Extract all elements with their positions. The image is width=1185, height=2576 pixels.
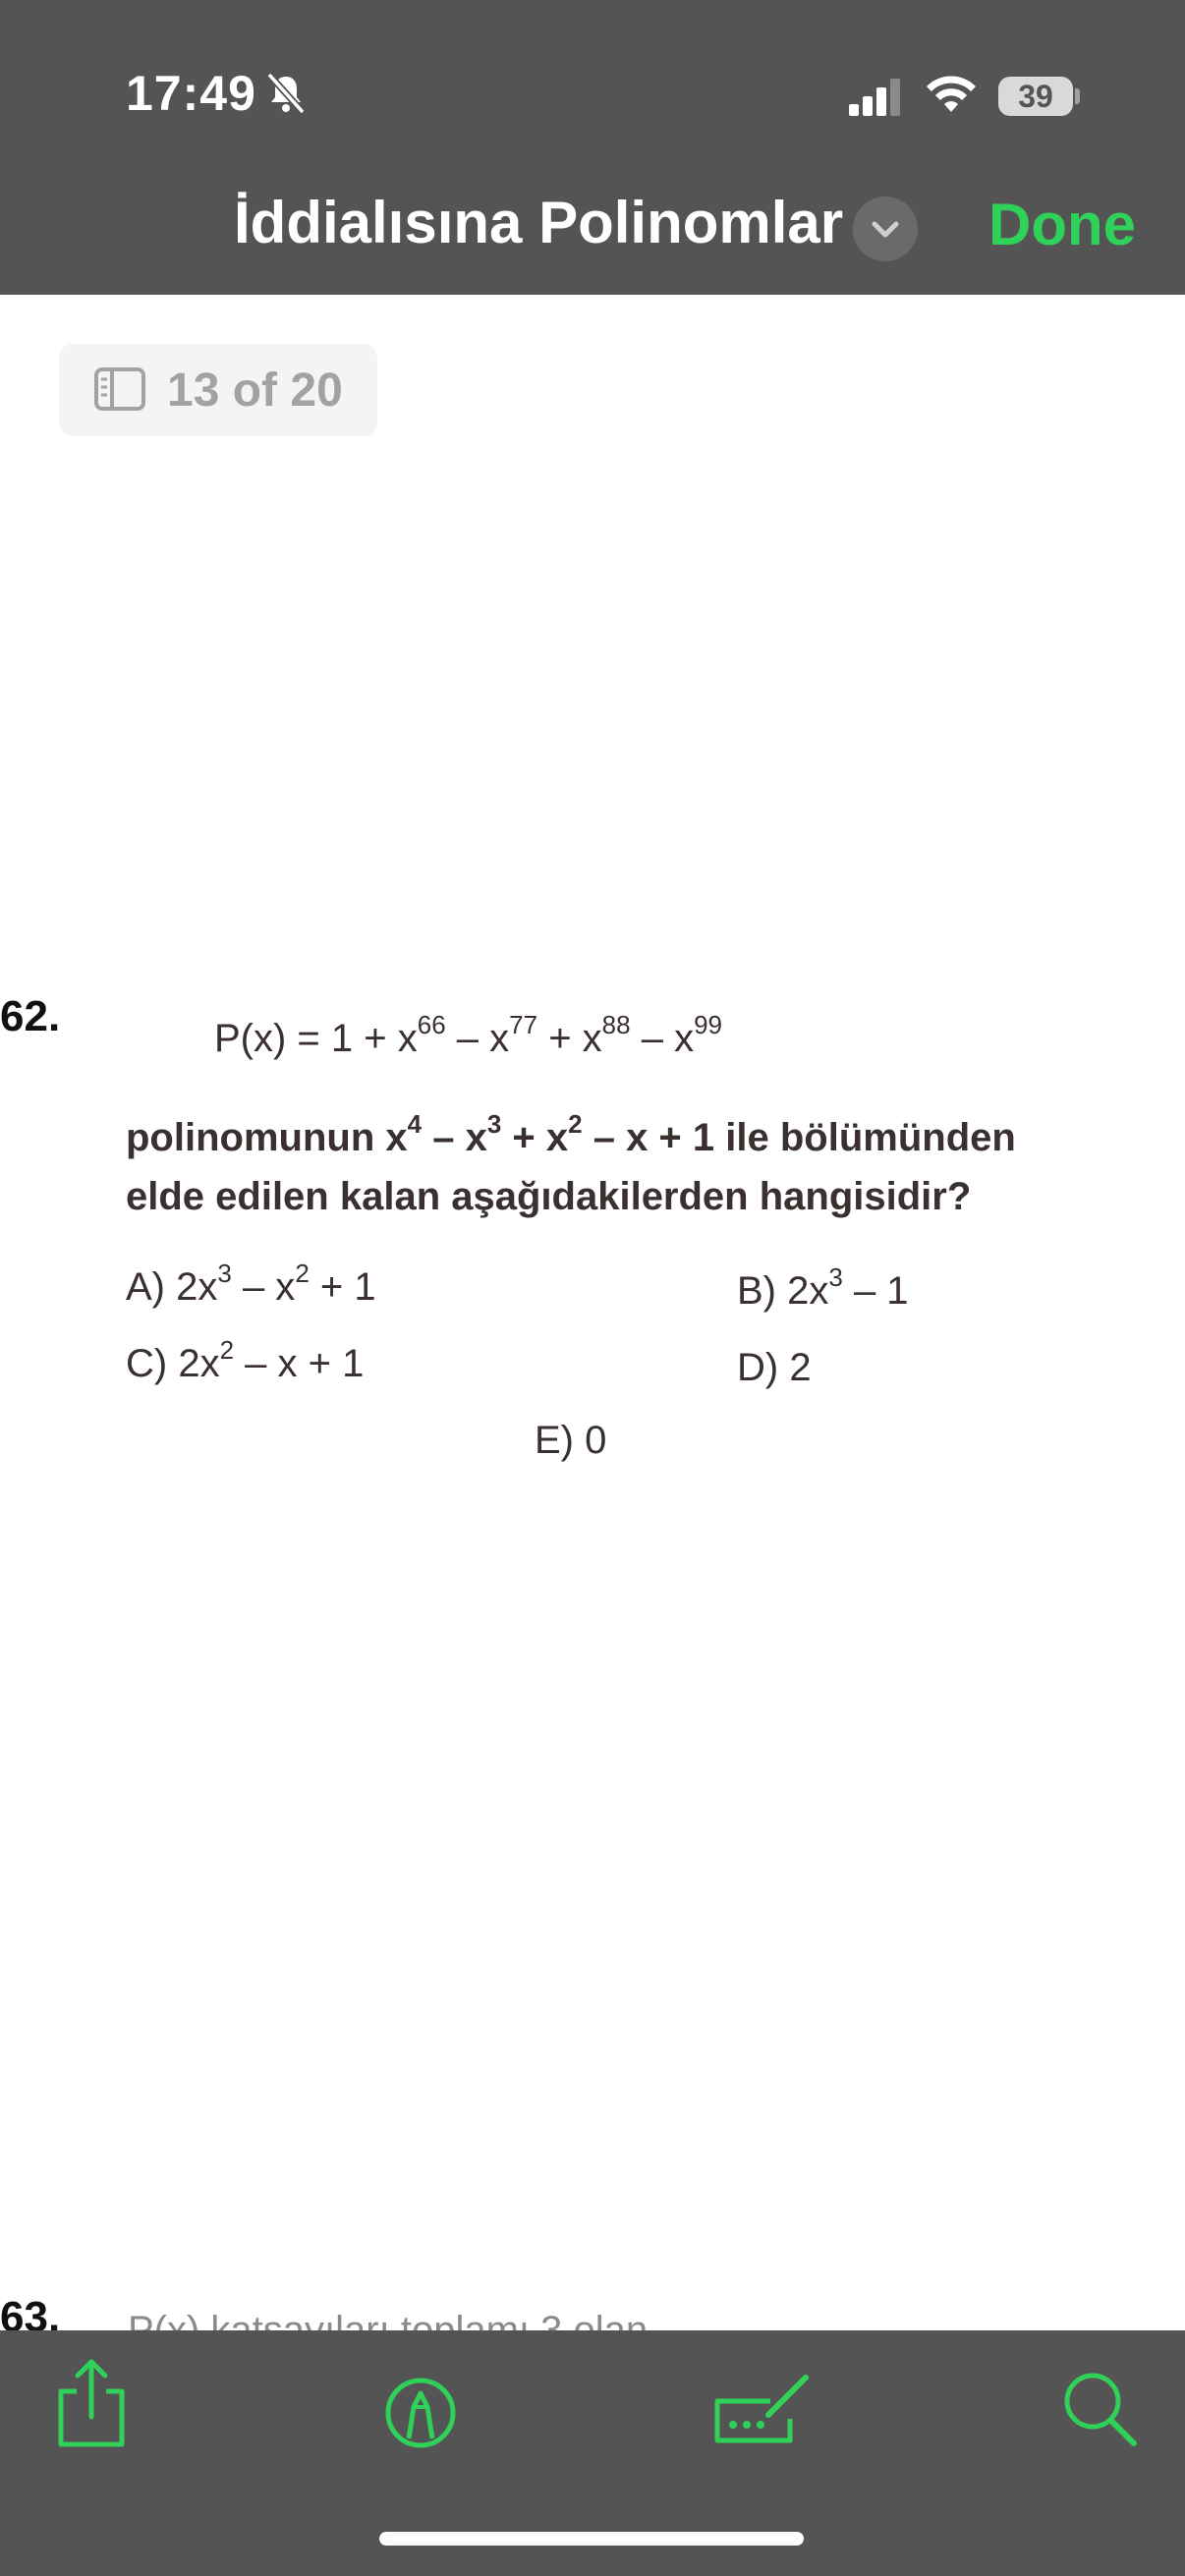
option-exponent: 2 <box>219 1335 235 1365</box>
share-icon[interactable] <box>47 2356 136 2450</box>
question-text-line-2: elde edilen kalan aşağıdakilerden hangis… <box>126 1175 972 1218</box>
keyboard-edit-icon[interactable] <box>707 2356 816 2450</box>
option-b: B) 2x3 – 1 <box>737 1264 909 1314</box>
option-text-part: A) 2x <box>126 1265 218 1309</box>
option-e: E) 0 <box>535 1419 607 1462</box>
page-indicator-label: 13 of 20 <box>167 364 343 417</box>
wifi-icon <box>927 76 976 112</box>
done-button[interactable]: Done <box>988 191 1136 258</box>
option-exponent: 2 <box>295 1259 310 1288</box>
battery-level: 39 <box>1018 78 1053 114</box>
option-exponent: 3 <box>828 1262 843 1292</box>
option-text-part: – x <box>231 1265 296 1309</box>
document-title[interactable]: İddialısına Polinomlar <box>234 189 843 256</box>
question-text-part: + x <box>501 1116 569 1159</box>
question-exponent: 2 <box>568 1109 583 1139</box>
status-time: 17:49 <box>126 66 256 121</box>
option-a: A) 2x3 – x2 + 1 <box>126 1260 376 1310</box>
question-number: 62. <box>0 992 61 1040</box>
polynomial-formula: P(x) = 1 + x66 – x77 + x88 – x99 <box>214 1012 722 1061</box>
option-exponent: 3 <box>217 1259 232 1288</box>
battery-indicator: 39 <box>998 77 1073 116</box>
page-indicator[interactable]: 13 of 20 <box>59 344 377 436</box>
option-text-part: + 1 <box>309 1265 376 1309</box>
formula-exponent: 88 <box>601 1010 631 1039</box>
bell-slash-icon <box>266 72 306 115</box>
option-text-part: B) 2x <box>737 1269 829 1313</box>
formula-exponent: 77 <box>509 1010 538 1039</box>
option-text-part: – 1 <box>842 1269 909 1313</box>
search-icon[interactable] <box>1055 2356 1144 2450</box>
question-text-part: – x <box>422 1116 487 1159</box>
option-text-part: – x + 1 <box>234 1342 365 1385</box>
question-text-line-1: polinomunun x4 – x3 + x2 – x + 1 ile böl… <box>126 1111 1016 1160</box>
formula-part: – x <box>445 1017 510 1060</box>
cellular-signal-icon <box>849 79 900 116</box>
formula-exponent: 66 <box>417 1010 446 1039</box>
question-text-part: polinomunun x <box>126 1116 408 1159</box>
sidebar-icon <box>94 367 145 411</box>
formula-exponent: 99 <box>694 1010 722 1039</box>
formula-part: + x <box>537 1017 602 1060</box>
question-text-part: – x + 1 ile bölümünden <box>582 1116 1016 1159</box>
battery-tip <box>1075 88 1080 104</box>
option-d: D) 2 <box>737 1346 812 1389</box>
formula-part: – x <box>630 1017 695 1060</box>
top-bar: 17:49 39 İddialısına Polinomlar Done <box>0 0 1185 295</box>
markup-icon[interactable] <box>376 2356 465 2450</box>
home-indicator[interactable] <box>379 2532 804 2546</box>
option-c: C) 2x2 – x + 1 <box>126 1337 365 1386</box>
question-exponent: 4 <box>407 1109 423 1139</box>
formula-part: P(x) = 1 + x <box>214 1017 418 1060</box>
chevron-down-icon[interactable] <box>853 196 918 261</box>
question-exponent: 3 <box>486 1109 502 1139</box>
option-text-part: C) 2x <box>126 1342 220 1385</box>
